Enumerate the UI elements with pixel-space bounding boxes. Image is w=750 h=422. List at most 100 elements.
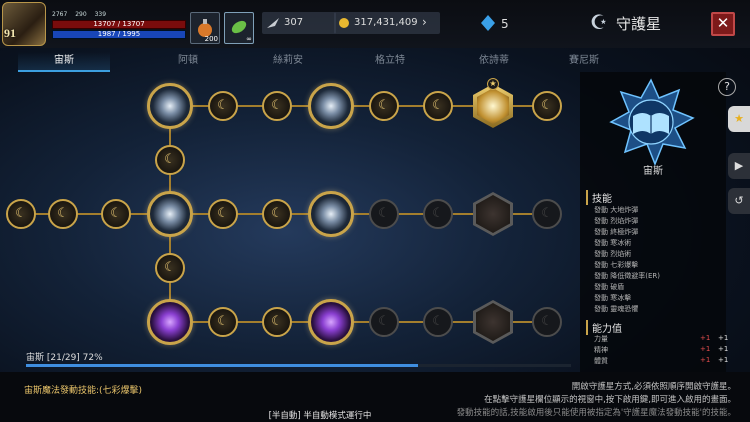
gold-currency: 317,431,409 › [334, 12, 440, 34]
info-line: 開啟守護星方式,必須依照順序開啟守護星。 [571, 382, 736, 392]
stat-name: 體質 [594, 357, 608, 365]
close-button[interactable]: ✕ [711, 12, 735, 36]
stat-bonus-a: +1 [700, 334, 711, 342]
star-node-moon[interactable]: ☾ [532, 91, 562, 121]
progress-label: 宙斯 [21/29] 72% [26, 353, 103, 363]
star-node-moon[interactable]: ☾ [208, 307, 238, 337]
leaf-slot[interactable]: ∞ [224, 12, 254, 44]
progress-fill [26, 364, 419, 367]
potion-slot[interactable]: 200 [190, 12, 220, 44]
skill-item: 發動 寒冰術 [594, 239, 632, 247]
leaf-count: ∞ [246, 35, 252, 43]
skill-item: 發動 終極炸彈 [594, 228, 639, 236]
player-level: 91 [4, 26, 16, 40]
skill-item: 發動 寒冰擊 [594, 294, 632, 302]
crystal-amount: 307 [284, 17, 304, 28]
crystal-currency: 307 [262, 12, 336, 34]
skill-item: 發動 烈焰術 [594, 250, 632, 258]
stat-c-value: 339 [94, 11, 107, 18]
star-node-locked[interactable]: ☾ [532, 199, 562, 229]
star-node-moon[interactable]: ☾ [262, 307, 292, 337]
star-node-locked[interactable]: ☾ [369, 199, 399, 229]
star-node-moon[interactable]: ☾ [101, 199, 131, 229]
guardian-star-screen: 91 2767 290 339 13707 / 13707 1987 / 199… [0, 0, 750, 422]
star-node-moon[interactable]: ☾ [6, 199, 36, 229]
progress-bar [26, 364, 571, 367]
swirl-button[interactable]: ↺ [728, 188, 750, 214]
star-node-locked-hexagon[interactable] [473, 300, 513, 344]
gold-amount: 317,431,409 [354, 17, 418, 28]
tab-gelite[interactable]: 格立特 [344, 52, 436, 72]
star-node-white-burst[interactable] [147, 83, 193, 129]
mp-text: 1987 / 1995 [97, 30, 141, 38]
skill-item: 發動 破盾 [594, 283, 625, 291]
stats-heading: 能力值 [586, 320, 622, 335]
info-line: 在點擊守護星欄位顯示的視窗中,按下啟用鍵,即可進入啟用的畫面。 [484, 395, 736, 405]
stat-bonus-a: +1 [700, 356, 711, 364]
tab-yishidi[interactable]: 依詩蒂 [448, 52, 540, 72]
book-emblem-icon [609, 78, 695, 166]
star-node-purple[interactable] [308, 299, 354, 345]
feather-icon [267, 18, 279, 28]
auto-mode-status: [半自動] 半自動模式運行中 [268, 411, 372, 421]
star-node-moon[interactable]: ☾ [423, 91, 453, 121]
star-node-locked[interactable]: ☾ [423, 199, 453, 229]
top-bar: 91 2767 290 339 13707 / 13707 1987 / 199… [0, 0, 750, 48]
constellation-name: 宙斯 [643, 166, 663, 177]
hp-bar: 13707 / 13707 [52, 20, 186, 29]
blue-crystal-icon [481, 15, 495, 31]
skill-item: 發動 靈魂恐懼 [594, 305, 639, 313]
star-node-locked[interactable]: ☾ [423, 307, 453, 337]
star-node-moon[interactable]: ☾ [48, 199, 78, 229]
stat-bonus-b: +1 [718, 334, 729, 342]
favorite-star-button[interactable]: ★ [728, 106, 750, 132]
bottom-info-bar: 宙斯魔法發動技能:(七彩爆擊) 開啟守護星方式,必須依照順序開啟守護星。 在點擊… [0, 372, 750, 422]
star-node-purple[interactable] [147, 299, 193, 345]
skill-item: 發動 七彩爆擊 [594, 261, 639, 269]
star-node-moon[interactable]: ☾ [208, 91, 238, 121]
gem-amount: 5 [501, 17, 509, 31]
skill-item: 發動 降低徵避率(ER) [594, 272, 660, 280]
star-node-locked-hexagon[interactable] [473, 192, 513, 236]
player-stats: 2767 290 339 [52, 11, 112, 18]
mp-bar: 1987 / 1995 [52, 30, 186, 39]
stat-b-value: 290 [75, 11, 87, 18]
star-node-gold-hexagon[interactable] [473, 84, 513, 128]
tab-zeus[interactable]: 宙斯 [18, 52, 110, 72]
tab-aton[interactable]: 阿頓 [142, 52, 234, 72]
chevron-right-icon[interactable]: › [422, 15, 427, 29]
page-title: 守護星 [616, 15, 662, 33]
play-button[interactable]: ▶ [728, 153, 750, 179]
potion-count: 200 [204, 35, 218, 43]
star-node-moon[interactable]: ☾ [155, 145, 185, 175]
guardian-star-icon: ☪ [590, 10, 608, 34]
star-node-moon[interactable]: ☾ [262, 91, 292, 121]
stat-bonus-b: +1 [718, 356, 729, 364]
star-node-moon[interactable]: ☾ [208, 199, 238, 229]
star-node-moon[interactable]: ☾ [369, 91, 399, 121]
star-node-moon[interactable]: ☾ [155, 253, 185, 283]
tab-silian[interactable]: 絲莉安 [242, 52, 334, 72]
help-button[interactable]: ? [718, 78, 736, 96]
skills-heading: 技能 [586, 190, 612, 205]
constellation-tree: ☾ ☾ ☾ ☾ ★ ☾ ☾ ☾ ☾ ☾ ☾ ☾ ☾ ☾ ☾ ☾ ☾ ☾ ☾ ☾ … [0, 72, 580, 362]
star-icon: ★ [487, 78, 499, 90]
stat-bonus-b: +1 [718, 345, 729, 353]
skill-item: 發動 烈焰炸彈 [594, 217, 639, 225]
stat-name: 精神 [594, 346, 608, 354]
magic-skill-text: 宙斯魔法發動技能:(七彩爆擊) [24, 386, 143, 396]
star-node-locked[interactable]: ☾ [369, 307, 399, 337]
constellation-detail-panel: 宙斯 技能 發動 大地炸彈 發動 烈焰炸彈 發動 終極炸彈 發動 寒冰術 發動 … [580, 72, 729, 372]
star-node-white-burst[interactable] [147, 191, 193, 237]
constellation-tabs: 宙斯 阿頓 絲莉安 格立特 依詩蒂 賽尼斯 [18, 52, 599, 72]
stat-bonus-a: +1 [700, 345, 711, 353]
star-node-moon[interactable]: ☾ [262, 199, 292, 229]
coin-icon [339, 18, 349, 28]
hp-text: 13707 / 13707 [93, 20, 145, 28]
tab-sainisi[interactable]: 賽尼斯 [538, 52, 630, 72]
stat-a-value: 2767 [52, 11, 68, 18]
star-node-white-shards[interactable] [308, 191, 354, 237]
stat-name: 力量 [594, 335, 608, 343]
star-node-white-shards[interactable] [308, 83, 354, 129]
star-node-locked[interactable]: ☾ [532, 307, 562, 337]
